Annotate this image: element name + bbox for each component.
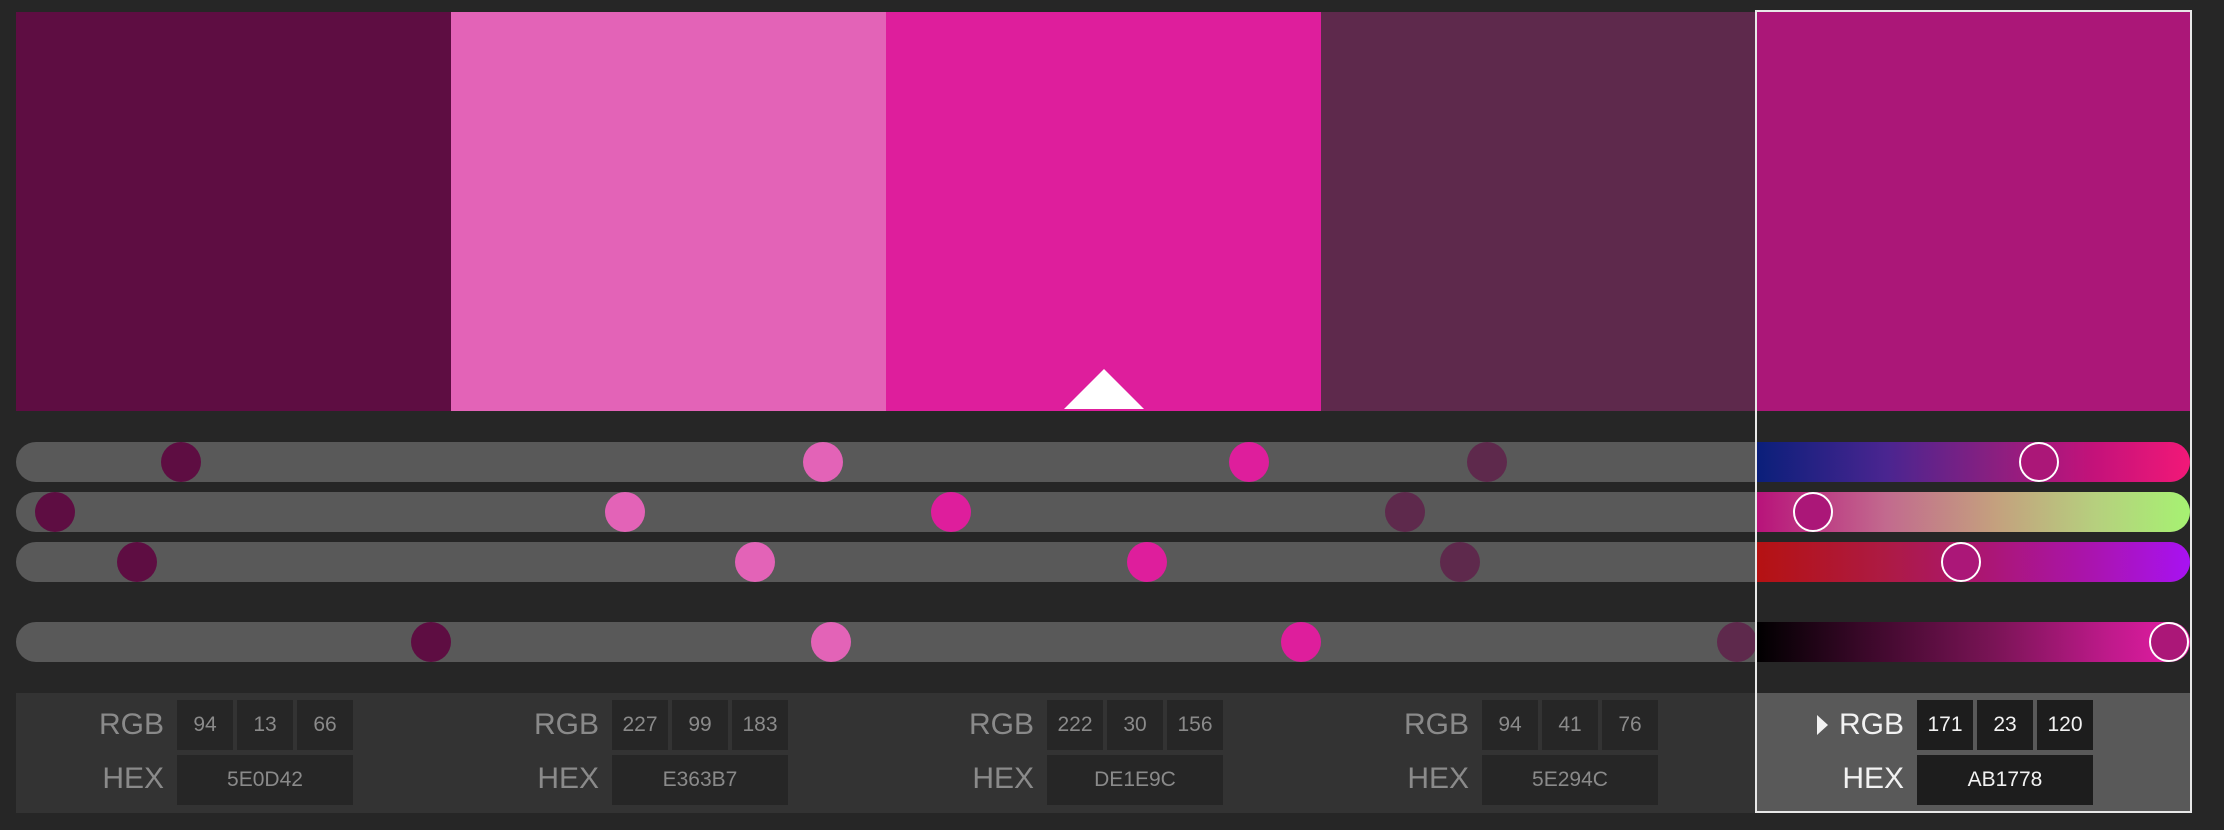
shade-slider[interactable] xyxy=(16,622,2190,662)
brightness-slider-handle-color-2[interactable] xyxy=(735,542,775,582)
hue-slider-handle-color-1[interactable] xyxy=(161,442,201,482)
blue-value-field[interactable]: 156 xyxy=(1167,700,1223,750)
swatch-color-2[interactable] xyxy=(451,12,886,411)
hex-label: HEX xyxy=(537,762,599,795)
shade-slider-handle-color-5[interactable] xyxy=(2149,622,2189,662)
saturation-slider-handle-color-3[interactable] xyxy=(931,492,971,532)
hue-slider-handle-color-2[interactable] xyxy=(803,442,843,482)
value-panel-color-5: RGB HEX 171 23 120 AB1778 xyxy=(1756,693,2192,813)
hex-value-field[interactable]: E363B7 xyxy=(612,755,788,805)
hue-slider[interactable] xyxy=(16,442,2190,482)
red-value-field[interactable]: 171 xyxy=(1917,700,1973,750)
hex-value-field[interactable]: 5E294C xyxy=(1482,755,1658,805)
hex-label: HEX xyxy=(102,762,164,795)
shade-slider-handle-color-2[interactable] xyxy=(811,622,851,662)
blue-value-field[interactable]: 183 xyxy=(732,700,788,750)
rgb-label: RGB xyxy=(968,708,1034,741)
base-color-marker-icon xyxy=(1064,369,1144,409)
hex-value-field[interactable]: 5E0D42 xyxy=(177,755,353,805)
hue-slider-gradient xyxy=(1756,442,2190,482)
red-value-field[interactable]: 222 xyxy=(1047,700,1103,750)
blue-value-field[interactable]: 66 xyxy=(297,700,353,750)
red-value-field[interactable]: 94 xyxy=(1482,700,1538,750)
hex-label: HEX xyxy=(972,762,1034,795)
shade-slider-gradient xyxy=(1756,622,2190,662)
value-panel-color-2: RGB HEX 227 99 183 E363B7 xyxy=(451,693,886,813)
saturation-slider[interactable] xyxy=(16,492,2190,532)
value-panel-color-1: RGB HEX 94 13 66 5E0D42 xyxy=(16,693,451,813)
rgb-label: RGB xyxy=(533,708,599,741)
rgb-label: RGB xyxy=(1403,708,1469,741)
rgb-label: RGB xyxy=(98,708,164,741)
hex-value-field[interactable]: DE1E9C xyxy=(1047,755,1223,805)
green-value-field[interactable]: 23 xyxy=(1977,700,2033,750)
swatch-color-3[interactable] xyxy=(886,12,1321,411)
blue-value-field[interactable]: 76 xyxy=(1602,700,1658,750)
shade-slider-handle-color-1[interactable] xyxy=(411,622,451,662)
value-panel-color-3: RGB HEX 222 30 156 DE1E9C xyxy=(886,693,1321,813)
brightness-slider-handle-color-1[interactable] xyxy=(117,542,157,582)
brightness-slider-handle-color-4[interactable] xyxy=(1440,542,1480,582)
red-value-field[interactable]: 227 xyxy=(612,700,668,750)
green-value-field[interactable]: 41 xyxy=(1542,700,1598,750)
saturation-slider-handle-color-1[interactable] xyxy=(35,492,75,532)
rgb-label: RGB xyxy=(1838,708,1904,741)
brightness-slider-handle-color-3[interactable] xyxy=(1127,542,1167,582)
saturation-slider-handle-color-2[interactable] xyxy=(605,492,645,532)
hex-value-field[interactable]: AB1778 xyxy=(1917,755,2093,805)
red-value-field[interactable]: 94 xyxy=(177,700,233,750)
shade-slider-handle-color-3[interactable] xyxy=(1281,622,1321,662)
value-panel-color-4: RGB HEX 94 41 76 5E294C xyxy=(1321,693,1756,813)
swatch-color-5[interactable] xyxy=(1756,12,2192,411)
hex-label: HEX xyxy=(1407,762,1469,795)
blue-value-field[interactable]: 120 xyxy=(2037,700,2093,750)
green-value-field[interactable]: 99 xyxy=(672,700,728,750)
saturation-slider-handle-color-5[interactable] xyxy=(1793,492,1833,532)
hue-slider-handle-color-3[interactable] xyxy=(1229,442,1269,482)
green-value-field[interactable]: 13 xyxy=(237,700,293,750)
hex-label: HEX xyxy=(1842,762,1904,795)
hue-slider-handle-color-5[interactable] xyxy=(2019,442,2059,482)
green-value-field[interactable]: 30 xyxy=(1107,700,1163,750)
brightness-slider[interactable] xyxy=(16,542,2190,582)
saturation-slider-handle-color-4[interactable] xyxy=(1385,492,1425,532)
swatch-color-4[interactable] xyxy=(1321,12,1756,411)
hue-slider-handle-color-4[interactable] xyxy=(1467,442,1507,482)
swatch-color-1[interactable] xyxy=(16,12,451,411)
shade-slider-handle-color-4[interactable] xyxy=(1717,622,1757,662)
brightness-slider-handle-color-5[interactable] xyxy=(1941,542,1981,582)
